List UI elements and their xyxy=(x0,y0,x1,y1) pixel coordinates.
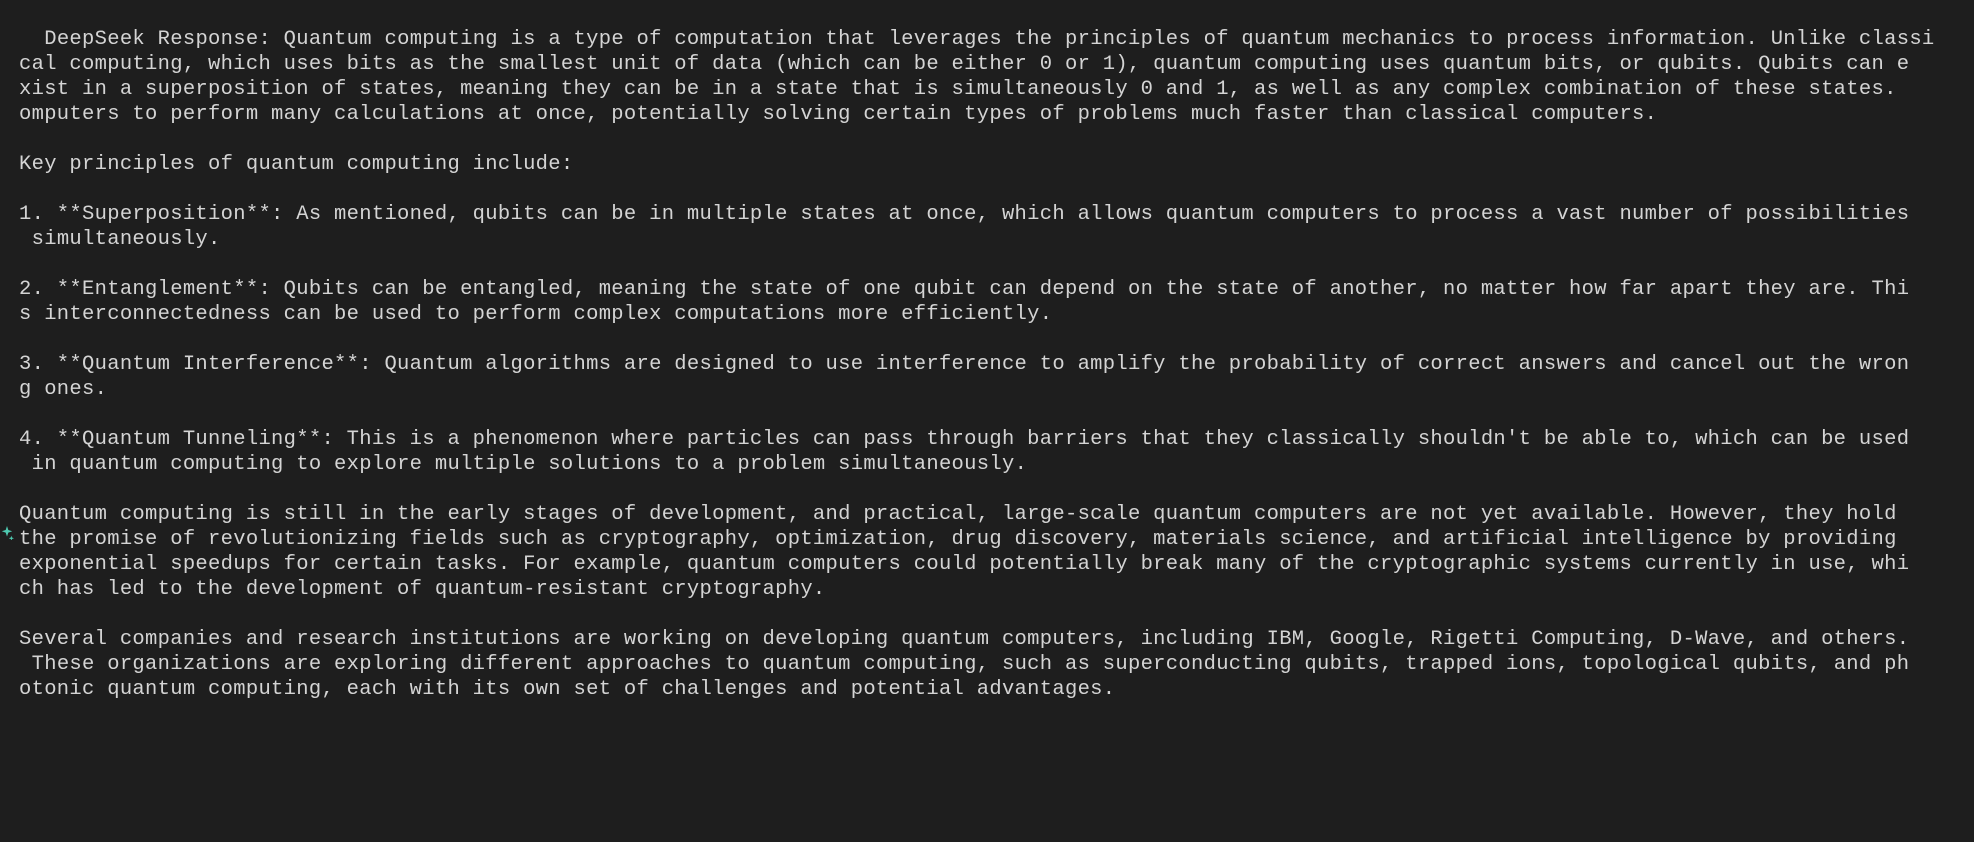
response-prefix: DeepSeek Response: xyxy=(44,28,283,51)
sparkle-icon[interactable] xyxy=(0,526,16,542)
terminal-output[interactable]: DeepSeek Response: Quantum computing is … xyxy=(0,0,1974,702)
response-content: Quantum computing is a type of computati… xyxy=(19,28,1935,701)
